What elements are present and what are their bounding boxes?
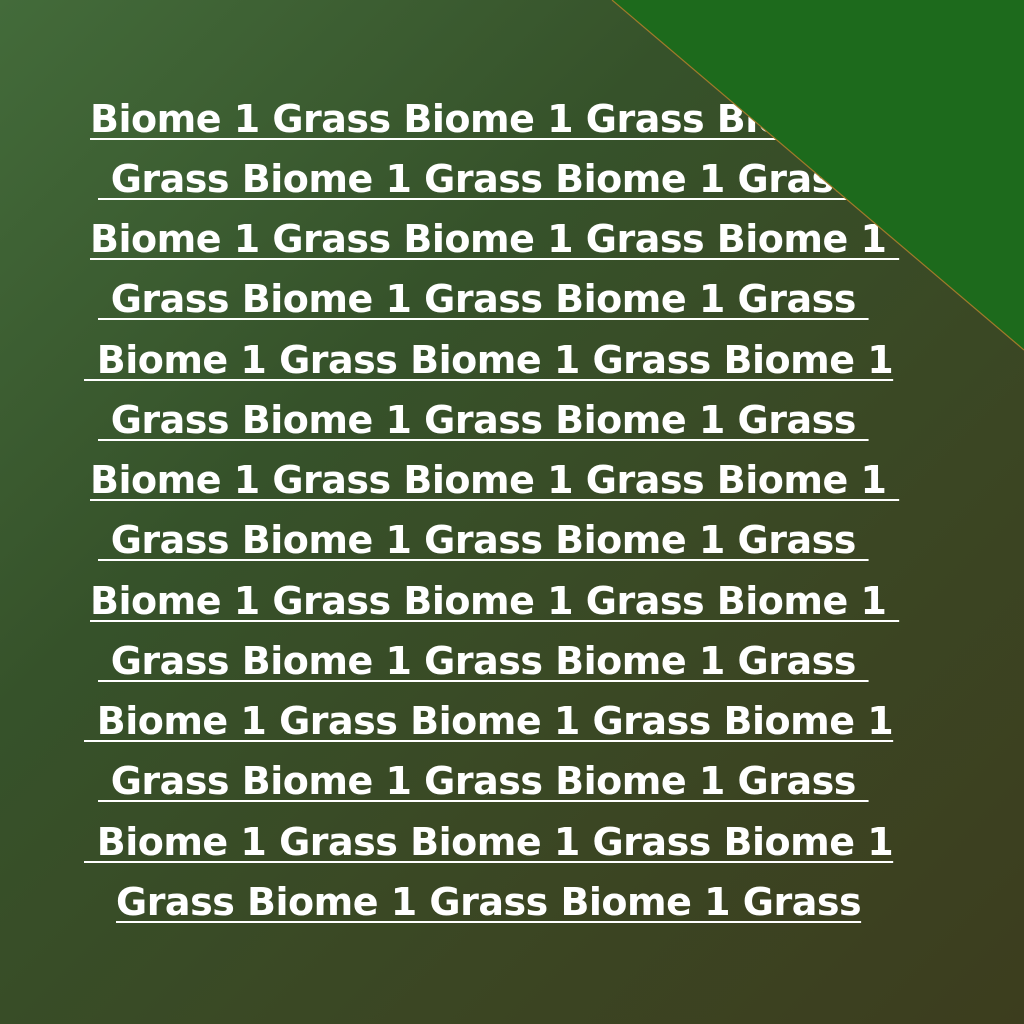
corner-triangle bbox=[611, 0, 1024, 351]
biome-canvas: Biome 1 Grass Biome 1 Grass Biome 1 Gras… bbox=[0, 0, 1024, 1024]
